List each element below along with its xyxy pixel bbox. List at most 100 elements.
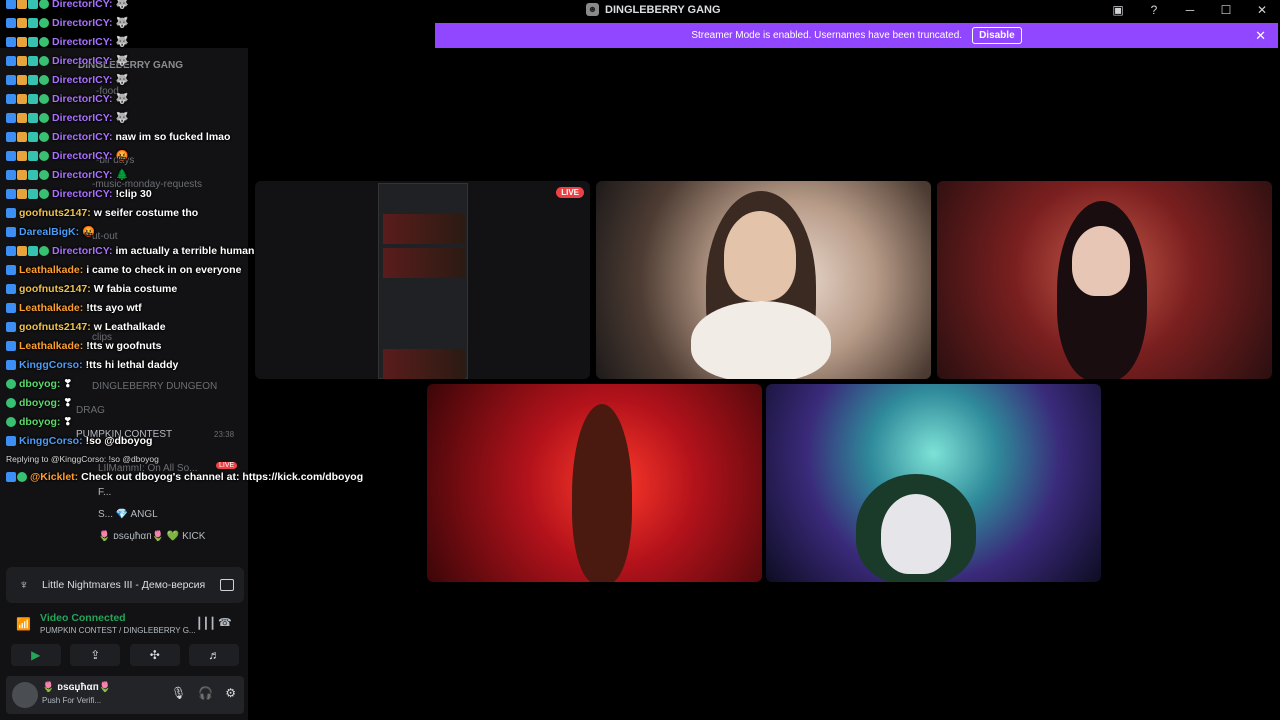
- chat-username[interactable]: Leathalkade:: [19, 264, 83, 276]
- chat-text: 🤬: [82, 226, 96, 238]
- chat-username[interactable]: DirectorICY:: [52, 150, 112, 162]
- chat-badges: [6, 302, 16, 313]
- chat-username[interactable]: DirectorICY:: [52, 74, 112, 86]
- help-icon[interactable]: ?: [1146, 3, 1162, 17]
- chat-text: 🐺: [115, 74, 129, 86]
- chat-message: dboyog: ❣: [6, 412, 72, 431]
- chat-username[interactable]: dboyog:: [19, 397, 60, 409]
- chat-text: !so @dboyog: [85, 434, 153, 447]
- chat-username[interactable]: goofnuts2147:: [19, 207, 91, 219]
- chat-badges: [6, 169, 49, 180]
- video-tile-3[interactable]: [937, 181, 1272, 379]
- chat-username[interactable]: DarealBigK:: [19, 226, 79, 238]
- streamer-mode-banner: Streamer Mode is enabled. Usernames have…: [435, 23, 1278, 48]
- chat-message: DirectorICY: 🐺: [6, 13, 129, 32]
- chat-username[interactable]: goofnuts2147:: [19, 283, 91, 295]
- chat-text: !tts ayo wtf: [86, 301, 142, 314]
- chat-username[interactable]: DirectorICY:: [52, 93, 112, 105]
- headphones-icon[interactable]: 🎧: [198, 686, 213, 700]
- chat-username[interactable]: DirectorICY:: [52, 169, 112, 181]
- chat-username[interactable]: Leathalkade:: [19, 340, 83, 352]
- chat-badges: [6, 150, 49, 161]
- chat-username[interactable]: KinggCorso:: [19, 359, 83, 371]
- chat-message: DirectorICY: 🐺: [6, 70, 129, 89]
- activity-card[interactable]: ♆ Little Nightmares III - Демо-версия: [6, 567, 244, 603]
- chat-message: DirectorICY: 🐺: [6, 32, 129, 51]
- chat-username[interactable]: DirectorICY:: [52, 131, 112, 143]
- chat-text: W fabia costume: [93, 282, 178, 295]
- chat-username[interactable]: DirectorICY:: [52, 245, 112, 257]
- shared-screen: [378, 183, 468, 379]
- video-tile-4[interactable]: [427, 384, 762, 582]
- chat-message: DirectorICY: 🐺: [6, 108, 129, 127]
- camera-button[interactable]: ▶: [10, 644, 61, 666]
- chat-text: 🤬: [115, 150, 129, 162]
- chat-message: DirectorICY: 🐺: [6, 51, 129, 70]
- chat-username[interactable]: DirectorICY:: [52, 55, 112, 67]
- disconnect-icon[interactable]: ☎: [218, 616, 232, 629]
- voice-status[interactable]: Video Connected: [40, 612, 126, 624]
- chat-badges: [6, 397, 16, 408]
- voice-channel-path[interactable]: PUMPKIN CONTEST / DINGLEBERRY G...: [40, 626, 196, 635]
- screen-share-button[interactable]: ⇪: [70, 644, 121, 666]
- video-tile-2[interactable]: [596, 181, 931, 379]
- chat-message: Leathalkade: i came to check in on everyo…: [6, 260, 241, 279]
- chat-message: goofnuts2147: W fabia costume: [6, 279, 177, 298]
- user-panel: 🌷 ᴅѕɢџħαп🌷 Push For Verifi... 🎙 🎧 ⚙: [6, 676, 244, 714]
- chat-text: 🐺: [115, 0, 129, 10]
- activities-button[interactable]: ✣: [129, 644, 180, 666]
- chat-username[interactable]: DirectorICY:: [52, 188, 112, 200]
- chat-username[interactable]: KinggCorso:: [19, 435, 83, 447]
- chat-message: Leathalkade: !tts ayo wtf: [6, 298, 142, 317]
- chat-badges: [6, 340, 16, 351]
- avatar[interactable]: [12, 682, 38, 708]
- noise-suppression-icon[interactable]: ┃┃┃: [196, 617, 216, 630]
- close-banner-icon[interactable]: ✕: [1255, 28, 1266, 44]
- inbox-icon[interactable]: ▣: [1110, 3, 1126, 17]
- live-badge: LIVE: [556, 187, 584, 198]
- chat-username[interactable]: DirectorICY:: [52, 36, 112, 48]
- chat-username[interactable]: Leathalkade:: [19, 302, 83, 314]
- chat-username[interactable]: DirectorICY:: [52, 17, 112, 29]
- chat-message: KinggCorso: !so @dboyog: [6, 431, 152, 450]
- chat-username[interactable]: DirectorICY:: [52, 112, 112, 124]
- microphone-icon[interactable]: 🎙: [171, 686, 186, 700]
- chat-text: Check out dboyog's channel at: https://k…: [81, 470, 364, 483]
- chat-text: 🐺: [115, 93, 129, 105]
- chat-text: 🐺: [115, 112, 129, 124]
- video-tile-5[interactable]: [766, 384, 1101, 582]
- voice-member-3[interactable]: S... 💎 ANGL: [98, 509, 158, 520]
- server-name: DINGLEBERRY GANG: [605, 3, 721, 16]
- chat-badges: [6, 17, 49, 28]
- chat-message: KinggCorso: !tts hi lethal daddy: [6, 355, 178, 374]
- chat-badges: [6, 131, 49, 142]
- chat-message: dboyog: ❣: [6, 393, 72, 412]
- settings-icon[interactable]: ⚙: [225, 686, 236, 700]
- chat-username[interactable]: dboyog:: [19, 416, 60, 428]
- chat-username[interactable]: dboyog:: [19, 378, 60, 390]
- username[interactable]: 🌷 ᴅѕɢџħαп🌷: [42, 682, 111, 693]
- chat-text: 🐺: [115, 36, 129, 48]
- voice-actions: ▶ ⇪ ✣ ♬: [6, 642, 244, 668]
- chat-text: 🐺: [115, 17, 129, 29]
- maximize-icon[interactable]: ☐: [1218, 3, 1234, 17]
- chat-badges: [6, 55, 49, 66]
- chat-message: dboyog: ❣: [6, 374, 72, 393]
- chat-text: naw im so fucked lmao: [115, 130, 231, 143]
- close-window-icon[interactable]: ✕: [1254, 3, 1270, 17]
- minimize-icon[interactable]: ─: [1182, 3, 1198, 17]
- chat-message: goofnuts2147: w seifer costume tho: [6, 203, 198, 222]
- chat-username[interactable]: DirectorICY:: [52, 0, 112, 10]
- soundboard-button[interactable]: ♬: [189, 644, 240, 666]
- activity-screen-icon[interactable]: [220, 579, 234, 591]
- signal-icon[interactable]: 📶: [16, 617, 31, 631]
- chat-message-bot: @Kicklet: Check out dboyog's channel at: …: [6, 467, 363, 486]
- chat-username[interactable]: goofnuts2147:: [19, 321, 91, 333]
- video-tile-screenshare[interactable]: LIVE: [255, 181, 590, 379]
- disable-button[interactable]: Disable: [972, 27, 1022, 44]
- chat-text: ❣: [63, 377, 73, 390]
- chat-message: DirectorICY: 🐺: [6, 0, 129, 13]
- chat-message: DirectorICY: 🤬: [6, 146, 129, 165]
- chat-username[interactable]: @Kicklet:: [30, 471, 78, 483]
- voice-member-4[interactable]: 🌷 ᴅѕɢџħαп🌷 💚 KICK: [98, 531, 205, 542]
